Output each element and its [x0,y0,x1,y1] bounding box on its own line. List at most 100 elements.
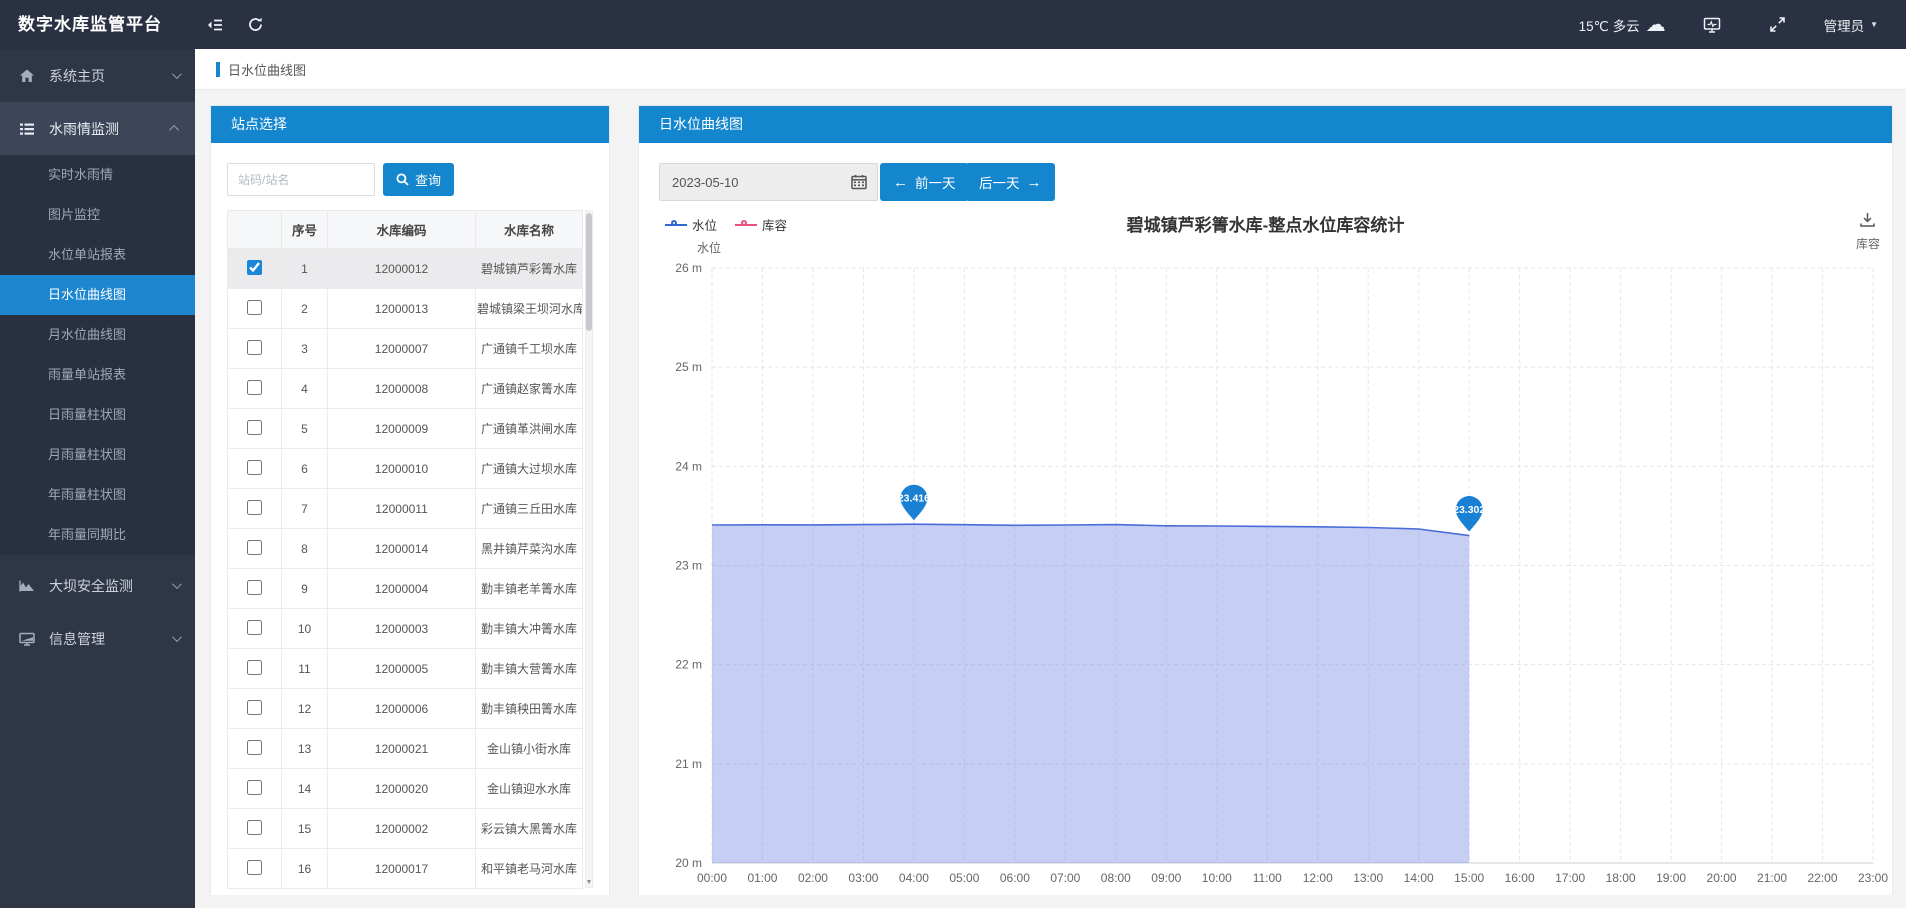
sidebar-item-hydrology[interactable]: 水雨情监测 [0,102,195,155]
y-axis-label: 26 m [675,261,702,275]
legend-item[interactable]: 库容 [735,215,787,234]
station-name: 广通镇革洪闸水库 [476,409,583,449]
date-input[interactable] [660,175,851,190]
x-axis-label: 23:00 [1858,871,1888,885]
date-picker[interactable] [659,163,878,201]
station-row[interactable]: 912000004勤丰镇老羊箐水库 [228,569,583,609]
station-name: 和平镇老马河水库 [476,849,583,889]
prev-day-label: 前一天 [915,172,956,192]
submenu-item[interactable]: 水位单站报表 [0,235,195,275]
x-axis-label: 21:00 [1757,871,1787,885]
station-name: 彩云镇大黑箐水库 [476,809,583,849]
submenu-item[interactable]: 月雨量柱状图 [0,435,195,475]
station-code: 12000011 [328,489,476,529]
station-row[interactable]: 512000009广通镇革洪闸水库 [228,409,583,449]
station-checkbox[interactable] [247,700,262,715]
mark-point-label: 23.416 [898,493,930,505]
breadcrumb-accent [216,62,220,77]
prev-day-button[interactable]: ← 前一天 [880,163,969,201]
station-checkbox[interactable] [247,780,262,795]
submenu-item[interactable]: 月水位曲线图 [0,315,195,355]
station-checkbox[interactable] [247,500,262,515]
search-button-label: 查询 [415,170,441,189]
station-checkbox[interactable] [247,460,262,475]
station-checkbox[interactable] [247,260,262,275]
station-checkbox[interactable] [247,540,262,555]
legend-item[interactable]: 水位 [665,215,717,234]
station-row[interactable]: 1412000020金山镇迎水水库 [228,769,583,809]
station-row[interactable]: 312000007广通镇千工坝水库 [228,329,583,369]
download-icon[interactable] [1859,211,1876,233]
station-checkbox[interactable] [247,300,262,315]
submenu-item[interactable]: 实时水雨情 [0,155,195,195]
station-row[interactable]: 1312000021金山镇小街水库 [228,729,583,769]
station-search-input[interactable] [227,163,375,196]
station-row[interactable]: 1612000017和平镇老马河水库 [228,849,583,889]
table-scrollbar[interactable]: ▼ [585,210,593,888]
x-axis-label: 20:00 [1707,871,1737,885]
x-axis-label: 07:00 [1050,871,1080,885]
station-row[interactable]: 212000013碧城镇梁王坝河水库 [228,289,583,329]
fullscreen-icon[interactable] [1758,0,1798,49]
next-day-button[interactable]: 后一天 → [966,163,1055,201]
sidebar-collapse-icon[interactable] [195,0,235,49]
station-seq: 9 [282,569,328,609]
station-row[interactable]: 1212000006勤丰镇秧田箐水库 [228,689,583,729]
legend-marker-icon [735,220,757,230]
station-checkbox[interactable] [247,820,262,835]
submenu-item[interactable]: 雨量单站报表 [0,355,195,395]
station-code: 12000017 [328,849,476,889]
home-icon [18,67,36,85]
x-axis-label: 12:00 [1303,871,1333,885]
sidebar-submenu: 实时水雨情图片监控水位单站报表日水位曲线图月水位曲线图雨量单站报表日雨量柱状图月… [0,155,195,555]
station-checkbox[interactable] [247,620,262,635]
sidebar-item-dam-safety[interactable]: 大坝安全监测 [0,559,195,612]
y-axis-name-right: 库容 [1856,235,1880,252]
station-row[interactable]: 1012000003勤丰镇大冲箐水库 [228,609,583,649]
station-checkbox[interactable] [247,340,262,355]
station-name: 金山镇迎水水库 [476,769,583,809]
sidebar-item-label: 水雨情监测 [49,119,119,139]
station-checkbox[interactable] [247,660,262,675]
station-row[interactable]: 112000012碧城镇芦彩箐水库 [228,249,583,289]
sidebar-item-info-mgmt[interactable]: 信息管理 [0,612,195,665]
station-name: 广通镇大过坝水库 [476,449,583,489]
station-checkbox[interactable] [247,380,262,395]
column-header-name: 水库名称 [476,211,583,249]
submenu-item[interactable]: 日雨量柱状图 [0,395,195,435]
sidebar-item-home[interactable]: 系统主页 [0,49,195,102]
station-row[interactable]: 412000008广通镇赵家箐水库 [228,369,583,409]
main-content: 日水位曲线图 站点选择 查询 序号 水库编码 水库名称 11 [195,49,1906,908]
station-checkbox[interactable] [247,580,262,595]
station-code: 12000009 [328,409,476,449]
submenu-item[interactable]: 日水位曲线图 [0,275,195,315]
search-button[interactable]: 查询 [383,163,454,196]
station-row[interactable]: 1112000005勤丰镇大营箐水库 [228,649,583,689]
x-axis-label: 11:00 [1253,871,1282,885]
submenu-item[interactable]: 年雨量柱状图 [0,475,195,515]
station-name: 勤丰镇大营箐水库 [476,649,583,689]
station-checkbox[interactable] [247,860,262,875]
x-axis-label: 16:00 [1505,871,1535,885]
checkbox-column-header [228,211,282,249]
scrollbar-down-arrow[interactable]: ▼ [585,879,593,886]
submenu-item[interactable]: 年雨量同期比 [0,515,195,555]
station-row[interactable]: 1512000002彩云镇大黑箐水库 [228,809,583,849]
calendar-icon[interactable] [851,174,867,190]
station-row[interactable]: 812000014黑井镇芹菜沟水库 [228,529,583,569]
station-row[interactable]: 612000010广通镇大过坝水库 [228,449,583,489]
topbar: 数字水库监管平台 15℃ 多云 ☁ 管理员 ▼ [0,0,1906,49]
refresh-icon[interactable] [235,0,275,49]
user-menu[interactable]: 管理员 ▼ [1824,15,1878,35]
station-checkbox[interactable] [247,740,262,755]
x-axis-label: 04:00 [899,871,929,885]
station-code: 12000002 [328,809,476,849]
station-row[interactable]: 712000011广通镇三丘田水库 [228,489,583,529]
message-board-icon[interactable] [1692,0,1732,49]
station-checkbox[interactable] [247,420,262,435]
sidebar: 系统主页 水雨情监测 实时水雨情图片监控水位单站报表日水位曲线图月水位曲线图雨量… [0,49,195,908]
station-seq: 3 [282,329,328,369]
scrollbar-thumb[interactable] [586,213,592,331]
water-level-area [712,524,1469,863]
submenu-item[interactable]: 图片监控 [0,195,195,235]
